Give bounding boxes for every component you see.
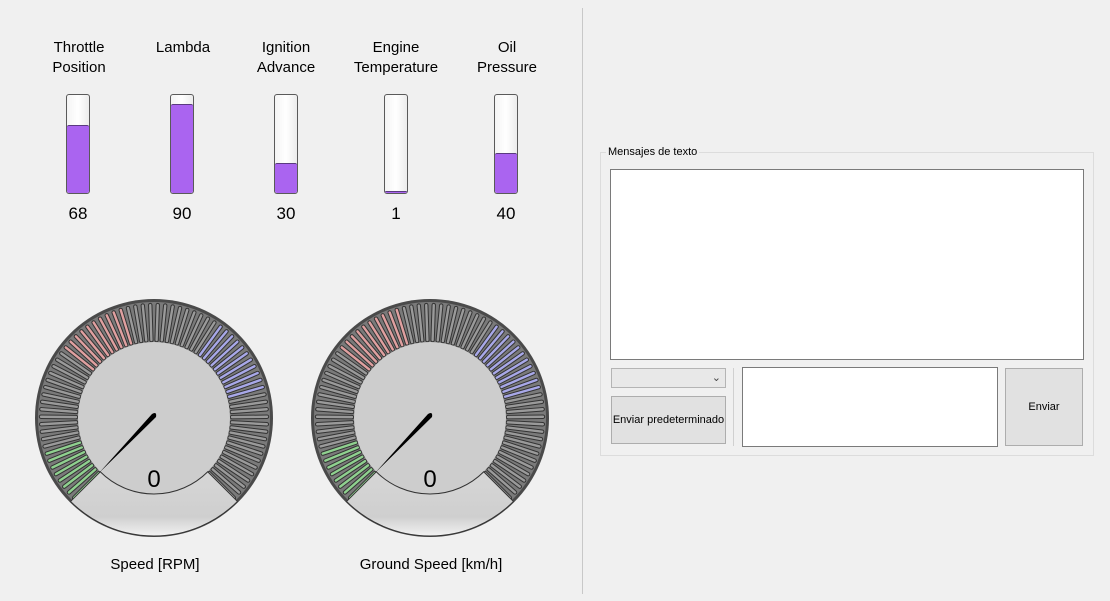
speed-rpm-dial [35, 299, 273, 537]
dial-tick-fill [425, 303, 429, 342]
oil-pressure-value: 40 [496, 204, 516, 223]
dial-tick-fill [149, 303, 153, 342]
throttle-position-fill [67, 125, 89, 193]
ground-speed-label: Ground Speed [km/h] [359, 556, 503, 573]
send-preset-button[interactable]: Enviar predeterminado [611, 396, 726, 444]
engine-temperature-bar [384, 94, 408, 194]
dial-tick-fill [431, 303, 435, 342]
oil-pressure-label: Oil Pressure [476, 39, 538, 76]
messages-log[interactable] [610, 169, 1084, 360]
preset-message-select[interactable]: ⌄ [611, 368, 726, 388]
controls-separator [733, 368, 734, 446]
panel-divider [582, 8, 583, 594]
send-button[interactable]: Enviar [1005, 368, 1083, 446]
chevron-down-icon: ⌄ [711, 372, 721, 384]
ground-speed-dial [311, 299, 549, 537]
speed-rpm-gauge: 0 [34, 298, 274, 543]
speed-rpm-readout: 0 [147, 466, 161, 493]
message-input[interactable] [742, 367, 998, 447]
ignition-advance-value: 30 [276, 204, 296, 223]
ground-speed-gauge: 0 [310, 298, 550, 543]
speed-rpm-label: Speed [RPM] [110, 556, 200, 573]
ignition-advance-fill [275, 162, 297, 193]
ignition-advance-label: Ignition Advance [256, 39, 316, 76]
lambda-fill [171, 103, 193, 193]
throttle-position-value: 68 [68, 204, 88, 223]
ignition-advance-bar [274, 94, 298, 194]
lambda-label: Lambda [155, 39, 211, 56]
oil-pressure-fill [495, 152, 517, 193]
lambda-value: 90 [172, 204, 192, 223]
engine-temperature-label: Engine Temperature [353, 39, 439, 76]
engine-temperature-fill [385, 191, 407, 193]
dial-tick-fill [155, 303, 159, 342]
engine-temperature-value: 1 [391, 204, 401, 223]
ground-speed-readout: 0 [423, 466, 437, 493]
oil-pressure-bar [494, 94, 518, 194]
throttle-position-label: Throttle Position [52, 39, 106, 76]
lambda-bar [170, 94, 194, 194]
throttle-position-bar [66, 94, 90, 194]
messages-group-title: Mensajes de texto [606, 146, 700, 158]
